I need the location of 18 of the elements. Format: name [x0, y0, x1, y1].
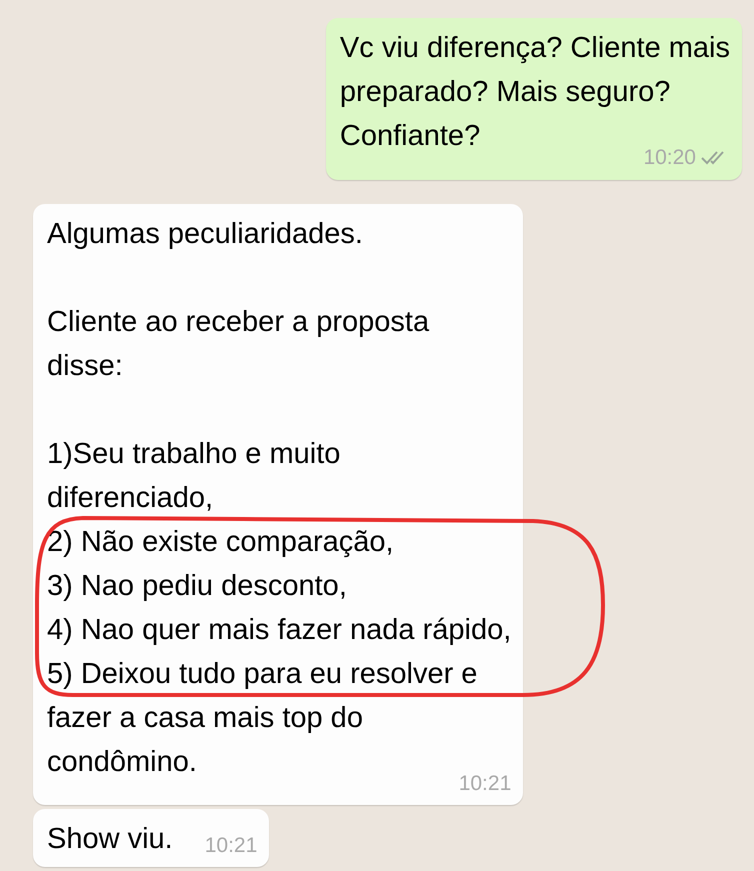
message-time: 10:21	[204, 832, 258, 858]
message-time: 10:21	[458, 770, 512, 796]
message-text: diferenciado,	[47, 480, 214, 516]
message-text: 3) Nao pediu desconto,	[47, 568, 347, 604]
message-text: 1)Seu trabalho e muito	[47, 436, 340, 472]
message-text: 5) Deixou tudo para eu resolver e	[47, 656, 478, 692]
message-text: Algumas peculiaridades.	[47, 216, 363, 252]
message-text: Show viu.	[47, 822, 173, 857]
message-text: 2) Não existe comparação,	[47, 524, 394, 560]
message-text: Confiante?	[340, 119, 480, 154]
message-text: Vc viu diferença? Cliente mais	[340, 31, 730, 66]
message-time: 10:20	[643, 145, 696, 171]
message-text: Cliente ao receber a proposta	[47, 304, 430, 340]
message-text: disse:	[47, 348, 123, 384]
message-text: fazer a casa mais top do	[47, 700, 363, 736]
message-text: preparado? Mais seguro?	[340, 75, 670, 110]
message-text: 4) Nao quer mais fazer nada rápido,	[47, 612, 512, 648]
message-text: condômino.	[47, 744, 197, 780]
